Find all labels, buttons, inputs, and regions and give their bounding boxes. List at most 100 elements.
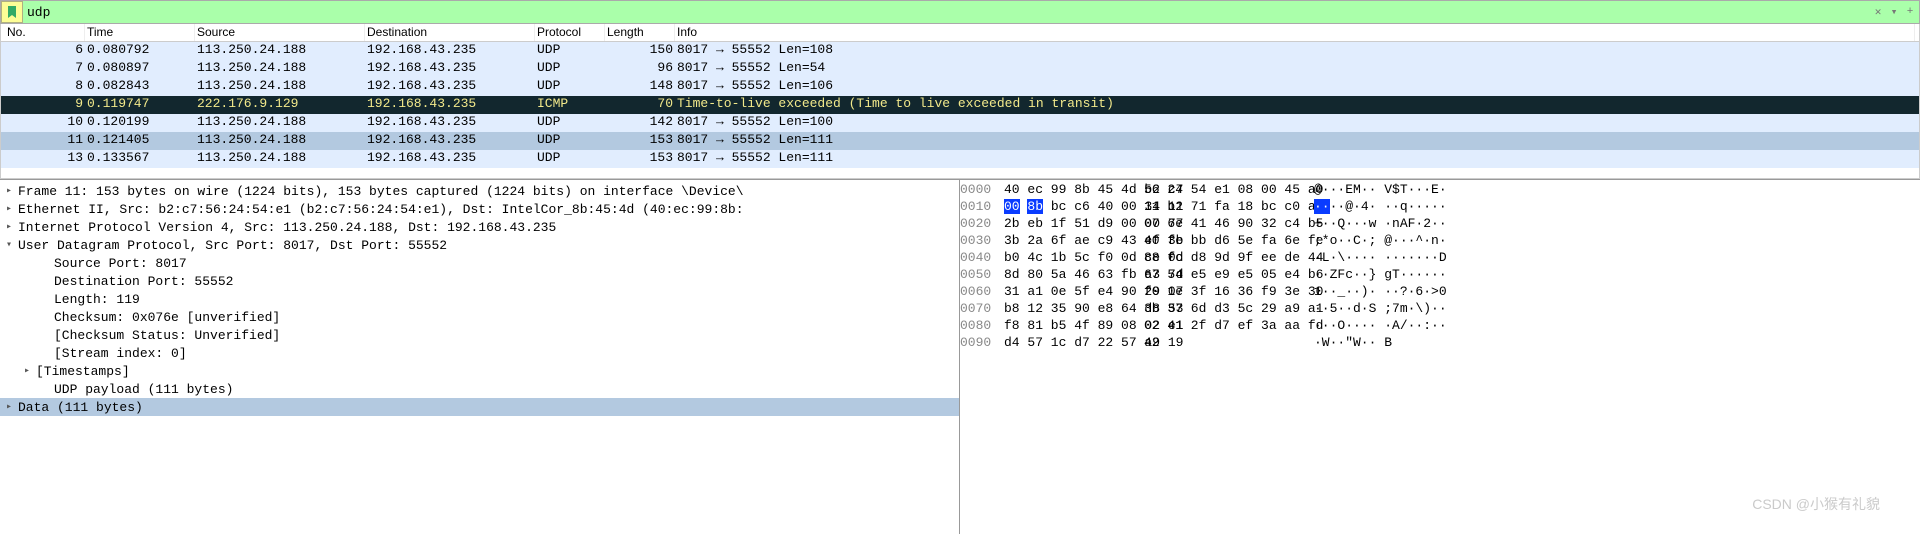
watermark-text: CSDN @小猴有礼貌: [1752, 494, 1880, 514]
tree-label: [Timestamps]: [36, 364, 130, 379]
hex-ascii: ··5··d·S ;7m·\)··: [1314, 301, 1920, 318]
col-no[interactable]: No.: [5, 24, 85, 41]
hex-bytes-b: 40 fe bb d6 5e fa 6e fe: [1144, 233, 1284, 250]
hex-row[interactable]: 00508d 80 5a 46 63 fb a3 7d67 54 e5 e9 e…: [960, 267, 1920, 284]
hex-bytes-b: 88 fc d8 9d 9f ee de 44: [1144, 250, 1284, 267]
cell-len: 153: [605, 150, 675, 168]
filter-add-icon[interactable]: +: [1903, 5, 1917, 19]
cell-dest: 192.168.43.235: [365, 96, 535, 114]
hex-offset: 0090: [960, 335, 1004, 352]
cell-proto: UDP: [535, 42, 605, 60]
cell-source: 113.250.24.188: [195, 78, 365, 96]
packet-row[interactable]: 80.082843113.250.24.188192.168.43.235UDP…: [1, 78, 1919, 96]
hex-offset: 0000: [960, 182, 1004, 199]
tree-label: Internet Protocol Version 4, Src: 113.25…: [18, 220, 556, 235]
hex-bytes-b: f0 1e 3f 16 36 f9 3e 30: [1144, 284, 1284, 301]
packet-row[interactable]: 100.120199113.250.24.188192.168.43.235UD…: [1, 114, 1919, 132]
tree-label: UDP payload (111 bytes): [54, 382, 233, 397]
hex-offset: 0080: [960, 318, 1004, 335]
filter-dropdown-icon[interactable]: ▾: [1887, 5, 1901, 19]
col-dest[interactable]: Destination: [365, 24, 535, 41]
cell-info: 8017 → 55552 Len=111: [675, 150, 1915, 168]
hex-bytes-a: 00 8b bc c6 40 00 34 11: [1004, 199, 1144, 216]
cell-dest: 192.168.43.235: [365, 42, 535, 60]
cell-info: 8017 → 55552 Len=111: [675, 132, 1915, 150]
col-time[interactable]: Time: [85, 24, 195, 41]
tree-node[interactable]: ▸Ethernet II, Src: b2:c7:56:24:54:e1 (b2…: [0, 200, 959, 218]
tree-label: Frame 11: 153 bytes on wire (1224 bits),…: [18, 184, 744, 199]
tree-label: Length: 119: [54, 292, 140, 307]
packet-row[interactable]: 90.119747222.176.9.129192.168.43.235ICMP…: [1, 96, 1919, 114]
cell-time: 0.080897: [85, 60, 195, 78]
hex-offset: 0040: [960, 250, 1004, 267]
packet-list-header: No. Time Source Destination Protocol Len…: [1, 24, 1919, 42]
cell-proto: UDP: [535, 60, 605, 78]
cell-len: 142: [605, 114, 675, 132]
hex-bytes-a: b8 12 35 90 e8 64 d8 53: [1004, 301, 1144, 318]
cell-info: 8017 → 55552 Len=54: [675, 60, 1915, 78]
packet-details-tree[interactable]: ▸Frame 11: 153 bytes on wire (1224 bits)…: [0, 180, 960, 534]
cell-dest: 192.168.43.235: [365, 78, 535, 96]
hex-bytes-a: 2b eb 1f 51 d9 00 00 77: [1004, 216, 1144, 233]
tree-caret-icon: ▾: [6, 239, 18, 251]
hex-row[interactable]: 001000 8b bc c6 40 00 34 1111 b2 71 fa 1…: [960, 199, 1920, 216]
hex-row[interactable]: 0070b8 12 35 90 e8 64 d8 533b 37 6d d3 5…: [960, 301, 1920, 318]
cell-source: 113.250.24.188: [195, 42, 365, 60]
filter-bar: ✕ ▾ +: [0, 0, 1920, 24]
hex-row[interactable]: 00202b eb 1f 51 d9 00 00 7707 6e 41 46 9…: [960, 216, 1920, 233]
tree-node[interactable]: Length: 119: [0, 290, 959, 308]
packet-list-pane[interactable]: No. Time Source Destination Protocol Len…: [0, 24, 1920, 179]
tree-node[interactable]: ▸Internet Protocol Version 4, Src: 113.2…: [0, 218, 959, 236]
hex-offset: 0070: [960, 301, 1004, 318]
tree-caret-icon: ▸: [6, 401, 18, 413]
filter-bookmark-icon[interactable]: [1, 1, 23, 23]
filter-clear-icon[interactable]: ✕: [1871, 5, 1885, 19]
hex-offset: 0030: [960, 233, 1004, 250]
cell-proto: UDP: [535, 78, 605, 96]
tree-node[interactable]: Source Port: 8017: [0, 254, 959, 272]
hex-bytes-b: 11 b2 71 fa 18 bc c0 a8: [1144, 199, 1284, 216]
tree-caret-icon: ▸: [6, 185, 18, 197]
tree-node[interactable]: ▾User Datagram Protocol, Src Port: 8017,…: [0, 236, 959, 254]
cell-dest: 192.168.43.235: [365, 60, 535, 78]
tree-node[interactable]: Destination Port: 55552: [0, 272, 959, 290]
tree-label: Data (111 bytes): [18, 400, 143, 415]
cell-len: 148: [605, 78, 675, 96]
details-split: ▸Frame 11: 153 bytes on wire (1224 bits)…: [0, 179, 1920, 534]
packet-row[interactable]: 130.133567113.250.24.188192.168.43.235UD…: [1, 150, 1919, 168]
col-info[interactable]: Info: [675, 24, 1915, 41]
tree-node[interactable]: Checksum: 0x076e [unverified]: [0, 308, 959, 326]
hex-row[interactable]: 000040 ec 99 8b 45 4d b2 c756 24 54 e1 0…: [960, 182, 1920, 199]
tree-node[interactable]: UDP payload (111 bytes): [0, 380, 959, 398]
col-source[interactable]: Source: [195, 24, 365, 41]
hex-row[interactable]: 0040b0 4c 1b 5c f0 0d ce 0d88 fc d8 9d 9…: [960, 250, 1920, 267]
packet-hex-pane[interactable]: 000040 ec 99 8b 45 4d b2 c756 24 54 e1 0…: [960, 180, 1920, 534]
packet-row[interactable]: 110.121405113.250.24.188192.168.43.235UD…: [1, 132, 1919, 150]
hex-offset: 0060: [960, 284, 1004, 301]
cell-info: 8017 → 55552 Len=100: [675, 114, 1915, 132]
packet-row[interactable]: 60.080792113.250.24.188192.168.43.235UDP…: [1, 42, 1919, 60]
tree-node[interactable]: [Stream index: 0]: [0, 344, 959, 362]
hex-row[interactable]: 0080f8 81 b5 4f 89 08 02 e102 41 2f d7 e…: [960, 318, 1920, 335]
packet-row[interactable]: 70.080897113.250.24.188192.168.43.235UDP…: [1, 60, 1919, 78]
tree-node[interactable]: ▸[Timestamps]: [0, 362, 959, 380]
hex-ascii: ···O···· ·A/··:··: [1314, 318, 1920, 335]
cell-time: 0.120199: [85, 114, 195, 132]
hex-bytes-a: f8 81 b5 4f 89 08 02 e1: [1004, 318, 1144, 335]
cell-source: 113.250.24.188: [195, 60, 365, 78]
display-filter-input[interactable]: [23, 1, 1871, 23]
hex-row[interactable]: 0090d4 57 1c d7 22 57 a9 1942·W··"W·· B: [960, 335, 1920, 352]
tree-node[interactable]: ▸Frame 11: 153 bytes on wire (1224 bits)…: [0, 182, 959, 200]
col-proto[interactable]: Protocol: [535, 24, 605, 41]
hex-ascii: ·W··"W·· B: [1314, 335, 1920, 352]
tree-node[interactable]: [Checksum Status: Unverified]: [0, 326, 959, 344]
tree-node[interactable]: ▸Data (111 bytes): [0, 398, 959, 416]
col-len[interactable]: Length: [605, 24, 675, 41]
filter-tail-controls: ✕ ▾ +: [1871, 1, 1919, 23]
tree-label: [Checksum Status: Unverified]: [54, 328, 280, 343]
hex-row[interactable]: 00303b 2a 6f ae c9 43 ef 3b40 fe bb d6 5…: [960, 233, 1920, 250]
cell-no: 8: [5, 78, 85, 96]
hex-row[interactable]: 006031 a1 0e 5f e4 90 29 07f0 1e 3f 16 3…: [960, 284, 1920, 301]
tree-label: User Datagram Protocol, Src Port: 8017, …: [18, 238, 447, 253]
cell-len: 96: [605, 60, 675, 78]
